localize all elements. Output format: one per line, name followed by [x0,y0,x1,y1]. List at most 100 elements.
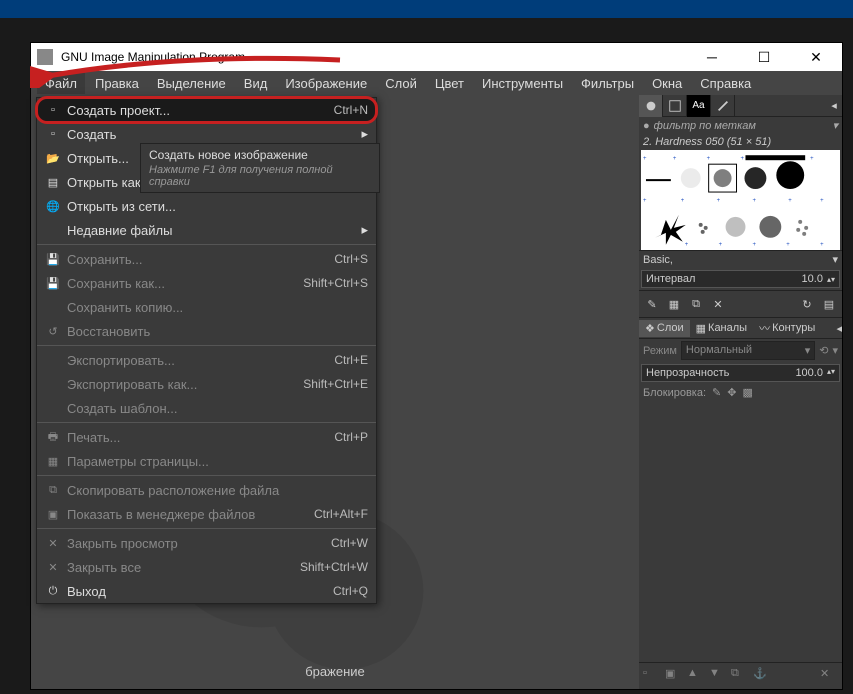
bullet-icon: ● [643,120,650,132]
window-title: GNU Image Manipulation Program [61,50,692,64]
svg-text:+: + [707,156,711,162]
menubar: ФайлПравкаВыделениеВидИзображениеСлойЦве… [31,71,842,95]
print-icon: 🖶 [43,428,63,447]
brush-filter[interactable]: ● фильтр по меткам ▾ [639,117,842,134]
layers-icon: ▤ [43,176,63,189]
brush-spacing[interactable]: Интервал 10.0 ▴▾ [641,270,840,288]
raise-layer-icon[interactable]: ▲ [687,667,705,685]
svg-text:+: + [752,198,756,204]
svg-text:+: + [752,242,756,248]
layer-actions: ▫ ▣ ▲ ▼ ⧉ ⚓ ✕ [639,662,842,689]
menu-правка[interactable]: Правка [87,73,147,94]
save-icon: 💾 [43,253,63,266]
delete-brush-icon[interactable]: ✕ [709,295,727,313]
maximize-button[interactable]: ☐ [744,43,784,71]
new-brush-icon[interactable]: ▦ [665,295,683,313]
svg-text:+: + [820,198,824,204]
menu-выделение[interactable]: Выделение [149,73,234,94]
lock-paint-icon[interactable]: ✎ [712,386,721,399]
menu-слой[interactable]: Слой [377,73,425,94]
layer-mode-row: Режим Нормальный▾ ⟲▾ [639,339,842,362]
menu-item-восстановить: ↺Восстановить [37,319,376,343]
quit-icon: ⏻ [43,585,63,598]
menu-item-открыть-из-сети-[interactable]: 🌐Открыть из сети... [37,194,376,218]
brush-preset-select[interactable]: Basic,▾ [639,250,842,268]
menu-цвет[interactable]: Цвет [427,73,472,94]
dock-menu-arrow-icon[interactable]: ◂ [826,99,842,112]
menu-инструменты[interactable]: Инструменты [474,73,571,94]
tab-patterns[interactable] [663,95,687,117]
menu-item-создать-шаблон-: Создать шаблон... [37,396,376,420]
layer-dock-arrow-icon[interactable]: ◂ [836,322,842,335]
duplicate-brush-icon[interactable]: ⧉ [687,295,705,313]
brush-actions: ✎ ▦ ⧉ ✕ ↻ ▤ [639,290,842,317]
doc-icon: ▫ [43,104,63,116]
edit-brush-icon[interactable]: ✎ [643,295,661,313]
duplicate-layer-icon[interactable]: ⧉ [731,667,749,685]
brush-dock-tabs: Aa ◂ [639,95,842,117]
titlebar: GNU Image Manipulation Program ─ ☐ ✕ [31,43,842,71]
layer-list[interactable] [639,401,842,662]
svg-text:+: + [643,198,647,204]
right-dock: Aa ◂ ● фильтр по меткам ▾ 2. Hardness 05… [639,95,842,689]
tab-fonts[interactable]: Aa [687,95,711,117]
new-layer-icon[interactable]: ▫ [643,667,661,685]
menu-item-недавние-файлы[interactable]: Недавние файлы▸ [37,218,376,242]
menu-файл[interactable]: Файл [37,73,85,94]
lock-move-icon[interactable]: ✥ [727,386,736,399]
brush-grid[interactable]: +++++ ++++++ +++++ [641,150,840,250]
menu-фильтры[interactable]: Фильтры [573,73,642,94]
tooltip-hint: Нажмите F1 для получения полной справки [149,164,371,188]
menu-справка[interactable]: Справка [692,73,759,94]
svg-text:+: + [719,242,723,248]
menu-item-закрыть-все: ✕Закрыть всеShift+Ctrl+W [37,555,376,579]
lock-alpha-icon[interactable]: ▩ [742,386,752,399]
layer-mode-select[interactable]: Нормальный▾ [681,341,815,360]
folder-icon: ▣ [43,508,63,521]
copy-icon: ⧉ [43,484,63,497]
svg-text:+: + [788,198,792,204]
menu-item-создать-проект-[interactable]: ▫Создать проект...Ctrl+N [37,98,376,122]
menu-item-выход[interactable]: ⏻ВыходCtrl+Q [37,579,376,603]
tab-brushes[interactable] [639,95,663,117]
svg-text:+: + [681,198,685,204]
tab-layers[interactable]: ❖Слои [639,320,690,337]
tab-history[interactable] [711,95,735,117]
menu-item-скопировать-расположение-файла: ⧉Скопировать расположение файла [37,478,376,502]
tab-paths[interactable]: 〰Контуры [753,318,821,338]
close-button[interactable]: ✕ [796,43,836,71]
submenu-arrow-icon: ▸ [356,222,368,238]
svg-text:+: + [685,242,689,248]
menu-item-сохранить-копию-: Сохранить копию... [37,295,376,319]
layer-opacity[interactable]: Непрозрачность 100.0 ▴▾ [641,364,840,382]
new-group-icon[interactable]: ▣ [665,667,683,685]
minimize-button[interactable]: ─ [692,43,732,71]
saveas-icon: 💾 [43,277,63,290]
menu-вид[interactable]: Вид [236,73,276,94]
menu-изображение[interactable]: Изображение [277,73,375,94]
menu-item-экспортировать-как-: Экспортировать как...Shift+Ctrl+E [37,372,376,396]
tab-channels[interactable]: ▦Каналы [690,320,753,337]
layer-dock-tabs: ❖Слои ▦Каналы 〰Контуры ◂ [639,317,842,339]
close-icon: ✕ [43,561,63,574]
app-icon [37,49,53,65]
delete-layer-icon[interactable]: ✕ [820,667,838,685]
close-icon: ✕ [43,537,63,550]
open-icon: 📂 [43,152,63,165]
menu-окна[interactable]: Окна [644,73,690,94]
svg-text:+: + [717,198,721,204]
menu-item-экспортировать-: Экспортировать...Ctrl+E [37,348,376,372]
refresh-brush-icon[interactable]: ↻ [798,295,816,313]
menu-item-показать-в-менеджере-файлов: ▣Показать в менеджере файловCtrl+Alt+F [37,502,376,526]
tooltip: Создать новое изображение Нажмите F1 для… [140,143,380,193]
globe-icon: 🌐 [43,200,63,213]
mode-reset-icon[interactable]: ⟲ [819,344,828,357]
lower-layer-icon[interactable]: ▼ [709,667,727,685]
svg-text:+: + [820,242,824,248]
svg-text:+: + [673,156,677,162]
menu-item-параметры-страницы-: ▦Параметры страницы... [37,449,376,473]
tooltip-title: Создать новое изображение [149,148,371,162]
anchor-layer-icon[interactable]: ⚓ [753,667,771,685]
open-brush-icon[interactable]: ▤ [820,295,838,313]
menu-item-закрыть-просмотр: ✕Закрыть просмотрCtrl+W [37,531,376,555]
